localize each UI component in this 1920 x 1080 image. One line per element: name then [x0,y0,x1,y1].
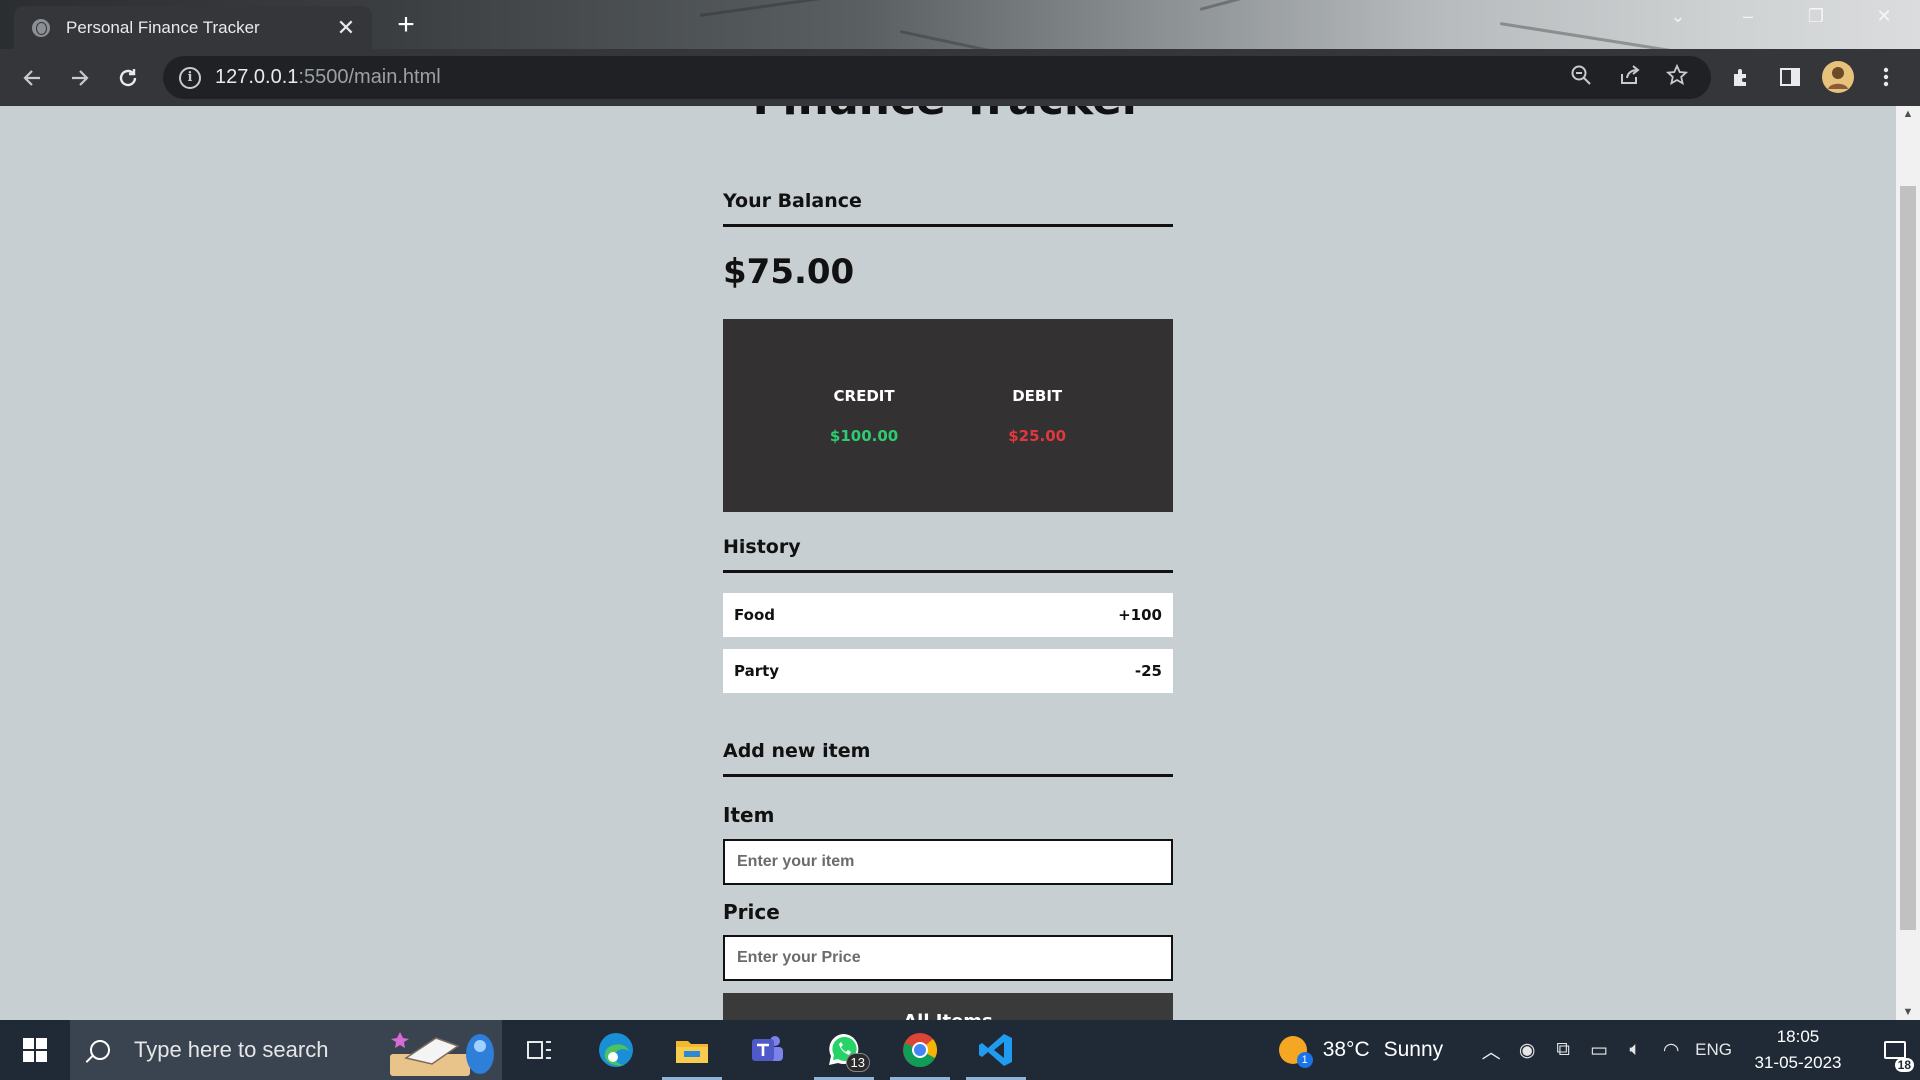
zoom-icon[interactable] [1565,64,1597,92]
close-window-icon[interactable]: ✕ [1864,6,1904,27]
notification-center-icon[interactable]: 18 [1870,1020,1920,1080]
weather-temp: 38°C [1322,1038,1370,1061]
add-item-title: Add new item [723,740,1173,777]
extensions-icon[interactable] [1722,57,1762,97]
record-icon[interactable]: ◉ [1509,1039,1545,1062]
tab-close-icon[interactable]: ✕ [334,16,358,39]
teams-icon[interactable] [730,1020,806,1080]
browser-tabstrip: Personal Finance Tracker ✕ + ⌄ – ❐ ✕ [0,0,1920,49]
clock-time: 18:05 [1776,1027,1820,1046]
menu-kebab-icon[interactable] [1866,57,1906,97]
debit-label: DEBIT [1012,386,1063,405]
price-label: Price [723,900,780,924]
history-item[interactable]: Party -25 [723,649,1173,693]
start-button[interactable] [0,1020,70,1080]
debit-amount: $25.00 [1008,426,1067,445]
url-path: :5500/main.html [298,66,441,88]
history-list: Food +100 Party -25 [723,593,1173,705]
share-icon[interactable] [1613,64,1645,92]
browser-toolbar: i 127.0.0.1:5500/main.html [0,49,1920,106]
forward-icon[interactable] [60,58,100,98]
tab-search-icon[interactable]: ⌄ [1658,6,1698,27]
whatsapp-icon[interactable]: 13 [806,1020,882,1080]
volume-icon[interactable]: 🔈︎ [1617,1039,1653,1061]
minimize-icon[interactable]: – [1728,6,1768,27]
browser-tab[interactable]: Personal Finance Tracker ✕ [14,6,372,49]
notification-count: 18 [1894,1058,1914,1072]
scroll-down-arrow-icon[interactable]: ▼ [1896,1006,1920,1018]
page-viewport: Finance Tracker Your Balance $75.00 CRED… [0,106,1896,1020]
debit-column: DEBIT $25.00 [1008,387,1066,445]
search-placeholder: Type here to search [134,1037,329,1062]
weather-desc: Sunny [1383,1038,1444,1061]
item-input[interactable] [723,839,1173,885]
taskbar-search-box[interactable]: Type here to search [70,1020,502,1080]
history-item-amount: -25 [1134,662,1162,680]
weather-sun-icon: 1 [1278,1036,1313,1068]
page-title: Finance Tracker [0,106,1896,125]
clock[interactable]: 18:05 31-05-2023 [1748,1024,1848,1076]
price-input[interactable] [723,935,1173,981]
credit-debit-card: CREDIT $100.00 DEBIT $25.00 [723,319,1173,512]
show-hidden-icons-chevron-icon[interactable]: ︿ [1473,1037,1509,1064]
profile-avatar[interactable] [1818,57,1858,97]
side-panel-icon[interactable] [1770,57,1810,97]
credit-label: CREDIT [833,386,895,405]
windows-logo-icon [23,1038,47,1062]
url-host: 127.0.0.1 [215,66,299,88]
balance-title: Your Balance [723,190,1173,227]
task-view-icon[interactable] [502,1020,578,1080]
system-tray: 1 38°C Sunny ︿ ◉ ⧉ ▭ 🔈︎ ◠ ENG 18:05 31-0… [1278,1020,1920,1080]
bookmark-star-icon[interactable] [1661,63,1693,92]
globe-icon [32,18,50,37]
history-item-amount: +100 [1118,606,1162,624]
meet-now-icon[interactable]: ⧉ [1545,1039,1581,1061]
whatsapp-badge: 13 [845,1053,870,1072]
credit-column: CREDIT $100.00 [830,387,898,445]
site-info-icon[interactable]: i [179,66,201,89]
chrome-icon[interactable] [882,1020,958,1080]
clock-date: 31-05-2023 [1754,1053,1842,1072]
weather-badge: 1 [1296,1052,1313,1068]
history-item-name: Party [734,662,780,680]
back-icon[interactable] [12,58,52,98]
all-items-button[interactable]: All Items [723,993,1173,1020]
windows-taskbar: Type here to search 13 1 38°C Sunny ︿ ◉ … [0,1020,1920,1080]
page-scrollbar[interactable]: ▲ ▼ [1896,106,1920,1020]
credit-amount: $100.00 [829,426,899,445]
weather-widget[interactable]: 1 38°C Sunny [1278,1036,1444,1068]
vscode-icon[interactable] [958,1020,1034,1080]
history-item[interactable]: Food +100 [723,593,1173,637]
language-indicator[interactable]: ENG [1695,1040,1732,1060]
scroll-up-arrow-icon[interactable]: ▲ [1896,108,1920,120]
search-icon [90,1040,110,1060]
address-bar[interactable]: i 127.0.0.1:5500/main.html [163,56,1711,99]
reload-icon[interactable] [108,58,148,98]
history-item-name: Food [734,606,775,624]
file-explorer-icon[interactable] [654,1020,730,1080]
scrollbar-thumb[interactable] [1900,186,1916,930]
item-label: Item [723,803,775,827]
history-title: History [723,536,1173,573]
restore-icon[interactable]: ❐ [1796,6,1836,27]
wifi-icon[interactable]: ◠ [1653,1039,1689,1062]
battery-icon[interactable]: ▭ [1581,1039,1617,1062]
new-tab-button[interactable]: + [390,10,422,42]
edge-browser-icon[interactable] [578,1020,654,1080]
balance-amount: $75.00 [723,252,855,292]
search-highlight-illustration [390,1032,494,1076]
tab-title: Personal Finance Tracker [66,17,260,37]
